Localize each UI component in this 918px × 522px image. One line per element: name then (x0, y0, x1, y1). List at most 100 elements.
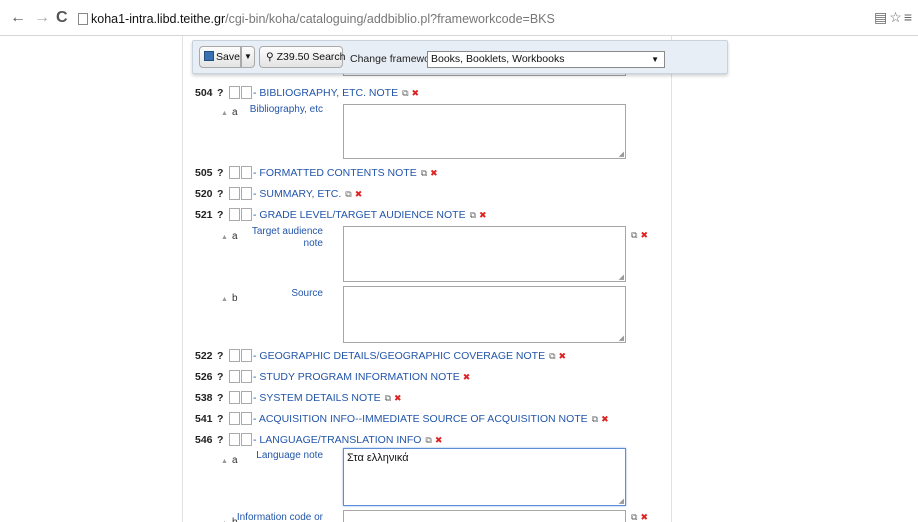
field-row-521: 521? - GRADE LEVEL/TARGET AUDIENCE NOTE ⧉ ✖ (195, 208, 487, 222)
indicator-2[interactable] (241, 370, 252, 383)
field-row-520: 520? - SUMMARY, ETC. ⧉ ✖ (195, 187, 362, 201)
field-row-504: 504? - BIBLIOGRAPHY, ETC. NOTE ⧉ ✖ (195, 86, 419, 100)
indicator-2[interactable] (241, 391, 252, 404)
delete-icon[interactable]: ✖ (463, 370, 471, 384)
delete-icon[interactable]: ✖ (601, 412, 609, 426)
delete-icon[interactable]: ✖ (355, 187, 363, 201)
delete-icon[interactable]: ✖ (559, 349, 567, 363)
help-link[interactable]: ? (217, 433, 229, 447)
clone-icon[interactable]: ⧉ (421, 166, 427, 180)
translate-icon[interactable]: ▤ (874, 9, 889, 25)
clone-icon[interactable]: ⧉ (402, 86, 408, 100)
language-note-value: Στα ελληνικά (347, 452, 409, 464)
target-audience-textarea[interactable]: ◢ (343, 226, 626, 282)
help-link[interactable]: ? (217, 166, 229, 180)
subfield-actions: ⧉ ✖ (631, 512, 648, 522)
z3950-search-button[interactable]: ⚲ Z39.50 Search (259, 46, 346, 68)
clone-icon[interactable]: ⧉ (592, 412, 598, 426)
indicator-1[interactable] (229, 412, 240, 425)
framework-select[interactable]: Books, Booklets, Workbooks ▼ (427, 51, 665, 68)
indicator-2[interactable] (241, 166, 252, 179)
search-icon: ⚲ (266, 51, 274, 63)
cataloguing-toolbar: Save ▼ ⚲ Z39.50 Search Change framework:… (192, 40, 728, 74)
field-row-538: 538? - SYSTEM DETAILS NOTE ⧉ ✖ (195, 391, 402, 405)
help-link[interactable]: ? (217, 391, 229, 405)
back-button[interactable]: ← (10, 9, 26, 27)
delete-icon[interactable]: ✖ (394, 391, 402, 405)
field-tag: 522 (195, 350, 213, 362)
information-code-textarea[interactable] (343, 510, 626, 522)
indicator-2[interactable] (241, 208, 252, 221)
indicator-1[interactable] (229, 391, 240, 404)
source-textarea[interactable]: ◢ (343, 286, 626, 343)
indicator-1[interactable] (229, 433, 240, 446)
delete-icon[interactable]: ✖ (640, 512, 648, 522)
field-row-522: 522? - GEOGRAPHIC DETAILS/GEOGRAPHIC COVE… (195, 349, 566, 363)
help-link[interactable]: ? (217, 187, 229, 201)
page-icon (78, 13, 88, 25)
field-description[interactable]: - ACQUISITION INFO--IMMEDIATE SOURCE OF … (253, 413, 588, 425)
field-row-541: 541? - ACQUISITION INFO--IMMEDIATE SOURCE… (195, 412, 609, 426)
field-row-505: 505? - FORMATTED CONTENTS NOTE ⧉ ✖ (195, 166, 438, 180)
field-description[interactable]: - SUMMARY, ETC. (253, 188, 341, 200)
delete-icon[interactable]: ✖ (412, 86, 420, 100)
indicator-1[interactable] (229, 370, 240, 383)
cataloguing-form: ◢ 504?- BIBLIOGRAPHY, ETC. NOTE⧉✖ ▲a Bib… (182, 36, 672, 522)
clone-icon[interactable]: ⧉ (470, 208, 476, 222)
help-link[interactable]: ? (217, 349, 229, 363)
delete-icon[interactable]: ✖ (479, 208, 487, 222)
clone-icon[interactable]: ⧉ (631, 512, 637, 522)
field-tag: 520 (195, 188, 213, 200)
subfield-label: Language note (256, 450, 323, 461)
help-link[interactable]: ? (217, 412, 229, 426)
indicator-1[interactable] (229, 86, 240, 99)
field-tag: 541 (195, 413, 213, 425)
help-link[interactable]: ? (217, 208, 229, 222)
language-note-textarea[interactable]: Στα ελληνικά ◢ (343, 448, 626, 506)
field-description[interactable]: - BIBLIOGRAPHY, ETC. NOTE (253, 87, 398, 99)
subfield-label: Information code or (236, 512, 323, 522)
field-tag: 521 (195, 209, 213, 221)
delete-icon[interactable]: ✖ (640, 230, 648, 240)
star-icon[interactable]: ☆ (889, 9, 904, 25)
indicator-2[interactable] (241, 412, 252, 425)
indicator-2[interactable] (241, 349, 252, 362)
caret-down-icon: ▼ (244, 52, 252, 61)
indicator-1[interactable] (229, 208, 240, 221)
save-button[interactable]: Save (199, 46, 241, 68)
field-description[interactable]: - FORMATTED CONTENTS NOTE (253, 167, 417, 179)
clone-icon[interactable]: ⧉ (631, 230, 637, 240)
field-tag: 538 (195, 392, 213, 404)
bibliography-textarea[interactable]: ◢ (343, 104, 626, 159)
clone-icon[interactable]: ⧉ (385, 391, 391, 405)
browser-toolbar: ← → C koha1-intra.libd.teithe.gr/cgi-bin… (0, 0, 918, 36)
save-dropdown-button[interactable]: ▼ (241, 46, 255, 68)
clone-icon[interactable]: ⧉ (425, 433, 431, 447)
url-host: koha1-intra.libd.teithe.gr (91, 12, 226, 26)
field-description[interactable]: - GEOGRAPHIC DETAILS/GEOGRAPHIC COVERAGE… (253, 350, 545, 362)
field-description[interactable]: - STUDY PROGRAM INFORMATION NOTE (253, 371, 460, 383)
indicator-2[interactable] (241, 433, 252, 446)
field-description[interactable]: - LANGUAGE/TRANSLATION INFO (253, 434, 421, 446)
address-bar[interactable]: koha1-intra.libd.teithe.gr/cgi-bin/koha/… (78, 9, 850, 29)
delete-icon[interactable]: ✖ (435, 433, 443, 447)
clone-icon[interactable]: ⧉ (549, 349, 555, 363)
indicator-1[interactable] (229, 166, 240, 179)
field-description[interactable]: - GRADE LEVEL/TARGET AUDIENCE NOTE (253, 209, 466, 221)
forward-button[interactable]: → (34, 9, 50, 27)
menu-icon[interactable]: ≡ (904, 9, 914, 25)
indicator-2[interactable] (241, 86, 252, 99)
browser-actions: ▤☆≡ (874, 9, 914, 26)
field-tag: 526 (195, 371, 213, 383)
indicator-2[interactable] (241, 187, 252, 200)
delete-icon[interactable]: ✖ (430, 166, 438, 180)
indicator-1[interactable] (229, 187, 240, 200)
help-link[interactable]: ? (217, 370, 229, 384)
help-link[interactable]: ? (217, 86, 229, 100)
subfield-actions: ⧉ ✖ (631, 230, 648, 241)
field-description[interactable]: - SYSTEM DETAILS NOTE (253, 392, 381, 404)
reload-button[interactable]: C (56, 9, 68, 27)
field-row-546: 546? - LANGUAGE/TRANSLATION INFO ⧉ ✖ (195, 433, 442, 447)
clone-icon[interactable]: ⧉ (345, 187, 351, 201)
indicator-1[interactable] (229, 349, 240, 362)
